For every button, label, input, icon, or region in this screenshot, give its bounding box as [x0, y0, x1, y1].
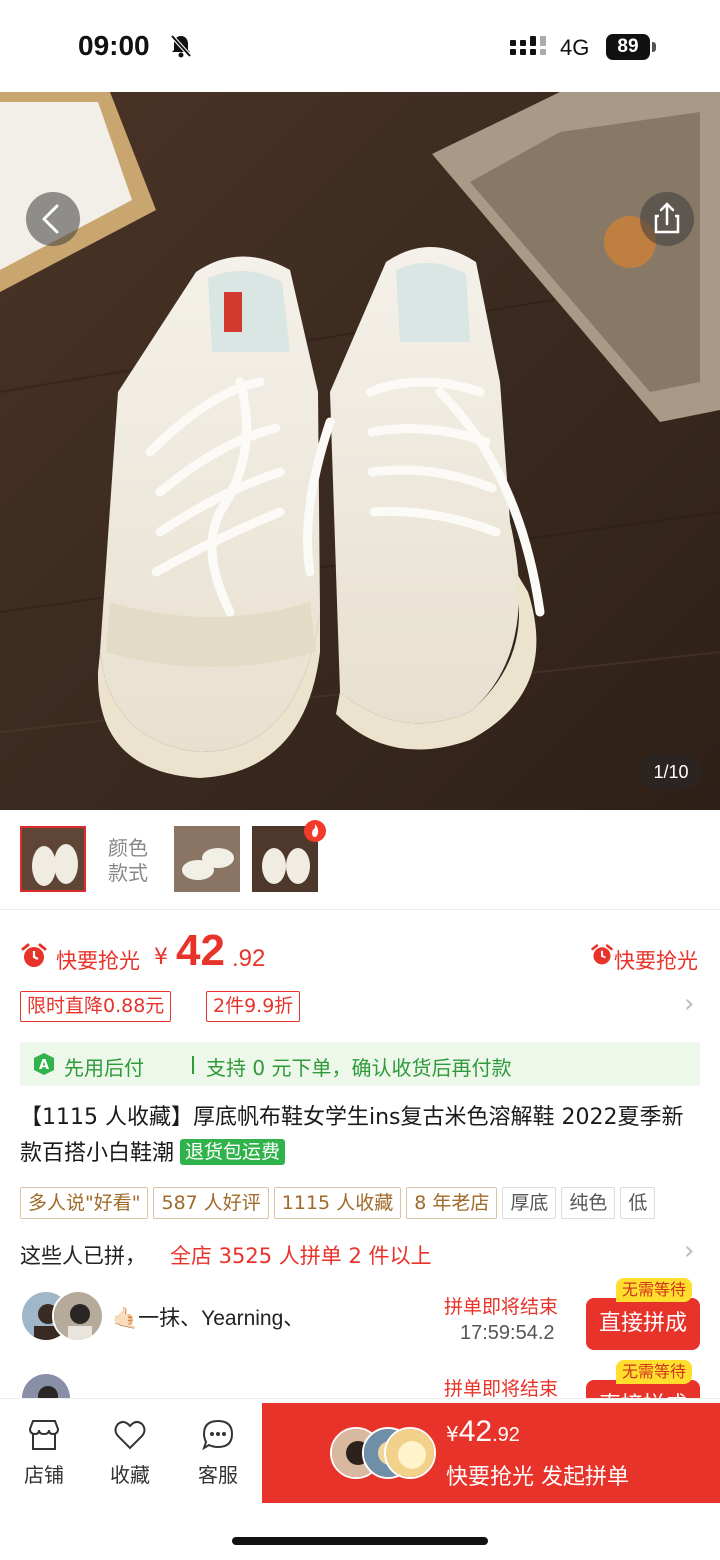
- price-integer: 42: [176, 926, 225, 975]
- divider: [192, 1056, 194, 1074]
- group-buy-prefix: 这些人已拼，: [20, 1244, 146, 1268]
- thumbnail-2[interactable]: [174, 826, 240, 892]
- pay-later-desc: 支持 0 元下单，确认收货后再付款: [206, 1056, 512, 1080]
- group-member-names: 🤙🏻一抹、Yearning、: [112, 1307, 305, 1330]
- flash-sale-label: 快要抢光: [56, 949, 140, 973]
- nav-service[interactable]: 客服: [188, 1419, 248, 1488]
- flash-sale-label-right: 快要抢光: [614, 949, 698, 973]
- product-title: 【1115 人收藏】厚底帆布鞋女学生ins复古米色溶解鞋 2022夏季新款百搭小…: [20, 1105, 684, 1166]
- chevron-right-icon: ›: [684, 989, 695, 1019]
- promo-tag: 限时直降0.88元: [20, 991, 172, 1022]
- group-countdown: 17:59:54.2: [460, 1322, 555, 1344]
- review-tag[interactable]: 多人说"好看": [20, 1187, 149, 1219]
- chevron-right-icon: ›: [684, 1236, 695, 1266]
- pay-later-banner[interactable]: A 先用后付 支持 0 元下单，确认收货后再付款: [20, 1042, 700, 1086]
- status-bar: 09:00 4G 89: [0, 0, 720, 92]
- mute-bell-icon: [170, 34, 192, 58]
- nav-service-label: 客服: [198, 1463, 238, 1487]
- group-status: 拼单即将结束: [444, 1378, 559, 1400]
- review-tag[interactable]: 厚底: [502, 1187, 557, 1219]
- promo-row[interactable]: 限时直降0.88元 2件9.9折 ›: [20, 989, 700, 1023]
- review-tag[interactable]: 1115 人收藏: [273, 1187, 402, 1219]
- group-buy-highlight: 全店 3525 人拼单 2 件以上: [170, 1244, 432, 1268]
- pay-later-title: 先用后付: [64, 1056, 144, 1080]
- thumbnail-image: [22, 828, 84, 890]
- cta-label: 快要抢光 发起拼单: [446, 1465, 629, 1490]
- cta-price: ¥42.92: [446, 1415, 520, 1448]
- thumbnail-selected[interactable]: [20, 826, 86, 892]
- review-tag[interactable]: 8 年老店: [406, 1187, 498, 1219]
- promo-tag: 2件9.9折: [206, 991, 301, 1022]
- group-buy-item: 🤙🏻一抹、Yearning、 拼单即将结束 17:59:54.2 直接拼成 无需…: [20, 1278, 700, 1360]
- product-image[interactable]: [0, 92, 720, 810]
- chevron-left-icon: [42, 204, 59, 234]
- thumbnail-image: [174, 826, 240, 892]
- status-time: 09:00: [78, 30, 150, 61]
- nav-store-label: 店铺: [24, 1463, 64, 1487]
- alarm-clock-icon: [21, 943, 47, 967]
- sneakers-photo: [0, 92, 720, 810]
- variant-label: 颜色 款式: [108, 836, 148, 885]
- chat-icon: [202, 1419, 234, 1451]
- nav-favorite-label: 收藏: [110, 1463, 150, 1487]
- alarm-clock-icon: [591, 944, 613, 965]
- battery-icon: 89: [606, 34, 650, 60]
- battery-tip: [652, 42, 656, 52]
- join-group-button[interactable]: 直接拼成: [586, 1298, 700, 1350]
- review-tag[interactable]: 低: [620, 1187, 656, 1219]
- group-status: 拼单即将结束: [444, 1296, 559, 1318]
- back-button[interactable]: [26, 192, 80, 246]
- heart-icon: [114, 1420, 146, 1450]
- svg-text:A: A: [39, 1058, 49, 1073]
- avatar: [384, 1427, 436, 1479]
- no-wait-badge: 无需等待: [616, 1278, 693, 1302]
- share-button[interactable]: [640, 192, 694, 246]
- review-tag[interactable]: 纯色: [561, 1187, 616, 1219]
- signal-icon: [510, 36, 546, 55]
- nav-favorite[interactable]: 收藏: [100, 1419, 160, 1488]
- home-indicator[interactable]: [232, 1537, 488, 1545]
- hot-badge-icon: [304, 820, 326, 842]
- avatar: [52, 1290, 104, 1342]
- group-buy-summary[interactable]: 这些人已拼， 全店 3525 人拼单 2 件以上 ›: [20, 1236, 700, 1274]
- variant-thumbnails: 颜色 款式: [0, 810, 720, 910]
- price-row: 快要抢光 ¥ 42 .92 快要抢光: [20, 926, 700, 984]
- store-icon: [28, 1420, 60, 1450]
- bottom-action-bar: 店铺 收藏 客服 ¥42.92 快要抢光 发起拼单: [0, 1398, 720, 1560]
- start-group-buy-button[interactable]: ¥42.92 快要抢光 发起拼单: [262, 1403, 720, 1503]
- pay-later-icon: A: [34, 1053, 54, 1075]
- review-tags: 多人说"好看" 587 人好评 1115 人收藏 8 年老店 厚底 纯色低: [20, 1187, 720, 1221]
- page-indicator: 1/10: [640, 754, 702, 790]
- price-decimal: .92: [232, 945, 266, 972]
- review-tag[interactable]: 587 人好评: [153, 1187, 269, 1219]
- nav-store[interactable]: 店铺: [14, 1419, 74, 1488]
- network-type: 4G: [560, 35, 590, 60]
- share-icon: [654, 202, 680, 234]
- return-shipping-badge: 退货包运费: [180, 1139, 286, 1165]
- price-currency: ¥: [154, 945, 168, 970]
- no-wait-badge: 无需等待: [616, 1360, 693, 1384]
